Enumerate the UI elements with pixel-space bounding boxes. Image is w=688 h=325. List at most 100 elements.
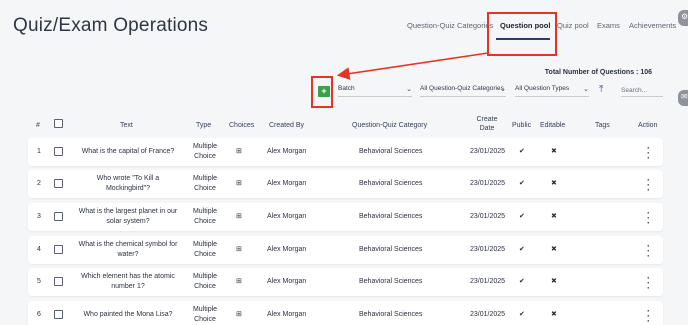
row-checkbox[interactable] xyxy=(54,147,63,156)
chevron-down-icon: ⌄ xyxy=(583,86,589,93)
row-checkbox[interactable] xyxy=(54,277,63,286)
expand-choices-icon[interactable]: ⊞ xyxy=(236,147,242,155)
expand-choices-icon[interactable]: ⊞ xyxy=(236,277,242,285)
public-check-icon: ✔ xyxy=(519,213,525,220)
question-category: Behavioral Sciences xyxy=(359,213,423,220)
question-category: Behavioral Sciences xyxy=(359,148,423,155)
create-date-header-line1: Create xyxy=(476,116,498,123)
question-text-line2: number 1? xyxy=(111,282,145,290)
question-type: Multiple Choice xyxy=(188,240,222,259)
editable-cross-icon: ✖ xyxy=(551,311,557,318)
tab-exams[interactable]: Exams xyxy=(597,21,620,30)
create-date: 23/01/2025 xyxy=(470,311,506,318)
side-panel-tab[interactable]: ⚙ xyxy=(678,10,688,26)
question-type-line2: Choice xyxy=(194,282,216,290)
search-input[interactable] xyxy=(621,85,663,97)
create-date-header-line2: Date xyxy=(479,125,495,132)
gear-icon: ⚙ xyxy=(681,12,688,21)
tab-quiz-pool[interactable]: Quiz pool xyxy=(557,21,589,30)
question-type-filter-label: All Question Types xyxy=(515,85,570,92)
question-text-line1: Who painted the Mona Lisa? xyxy=(83,311,173,318)
question-category: Behavioral Sciences xyxy=(359,246,423,253)
create-date: 23/01/2025 xyxy=(470,246,506,253)
column-header-created-by: Created By xyxy=(269,122,305,129)
editable-cross-icon: ✖ xyxy=(551,278,557,285)
tab-question-quiz-categories[interactable]: Question-Quiz Categories xyxy=(407,21,493,30)
question-type-line1: Multiple xyxy=(192,241,218,248)
question-type-line1: Multiple xyxy=(192,175,218,182)
tab-achievements[interactable]: Achievements xyxy=(629,21,676,30)
row-checkbox[interactable] xyxy=(54,245,63,254)
question-text: Who painted the Mona Lisa? xyxy=(76,310,180,320)
question-type-line1: Multiple xyxy=(192,208,218,215)
editable-cross-icon: ✖ xyxy=(551,213,557,220)
more-options-icon[interactable]: · · · xyxy=(647,274,650,293)
expand-choices-icon[interactable]: ⊞ xyxy=(236,179,242,187)
editable-cross-icon: ✖ xyxy=(551,246,557,253)
question-text-line1: What is the largest planet in our xyxy=(78,208,178,215)
expand-choices-icon[interactable]: ⊞ xyxy=(236,212,242,220)
question-type-line1: Multiple xyxy=(192,273,218,280)
question-category: Behavioral Sciences xyxy=(359,278,423,285)
public-check-icon: ✔ xyxy=(519,180,525,187)
row-checkbox[interactable] xyxy=(54,212,63,221)
select-all-checkbox[interactable] xyxy=(54,119,63,128)
question-type-line2: Choice xyxy=(194,217,216,225)
created-by: Alex Morgan xyxy=(267,311,307,318)
question-text-line1: Who wrote "To Kill a xyxy=(96,175,160,182)
column-header-choices: Choices xyxy=(229,122,255,129)
row-checkbox[interactable] xyxy=(54,310,63,319)
question-type-line2: Choice xyxy=(194,184,216,192)
created-by: Alex Morgan xyxy=(267,213,307,220)
table-row[interactable]: 4 What is the chemical symbol for water? Mu… xyxy=(28,236,663,264)
upload-icon[interactable]: ⤒ xyxy=(599,84,603,95)
category-filter-label: All Question-Quiz Categories xyxy=(420,85,504,92)
question-type-line2: Choice xyxy=(194,315,216,323)
table-row[interactable]: 5 Which element has the atomic number 1? Mu… xyxy=(28,268,663,296)
expand-choices-icon[interactable]: ⊞ xyxy=(236,245,242,253)
table-row[interactable]: 6 Who painted the Mona Lisa? Multiple Choic… xyxy=(28,301,663,325)
annotation-box-question-pool xyxy=(487,12,557,56)
chevron-down-icon: ⌄ xyxy=(500,86,506,93)
more-options-icon[interactable]: · · · xyxy=(647,209,650,228)
question-type-filter-dropdown[interactable]: All Question Types ⌄ xyxy=(515,85,589,97)
question-type: Multiple Choice xyxy=(188,142,222,161)
table-row[interactable]: 1 What is the capital of France? Multiple C… xyxy=(28,138,663,166)
row-number: 3 xyxy=(37,213,41,220)
category-filter-dropdown[interactable]: All Question-Quiz Categories ⌄ xyxy=(420,85,506,97)
table-row[interactable]: 3 What is the largest planet in our solar … xyxy=(28,203,663,231)
question-text: Which element has the atomic number 1? xyxy=(76,272,180,291)
question-type-line2: Choice xyxy=(194,152,216,160)
created-by: Alex Morgan xyxy=(267,278,307,285)
more-options-icon[interactable]: · · · xyxy=(647,176,650,195)
chat-icon: ✉ xyxy=(681,92,688,101)
more-options-icon[interactable]: · · · xyxy=(647,242,650,261)
table-row[interactable]: 2 Who wrote "To Kill a Mockingbird"? Multip… xyxy=(28,170,663,198)
row-number: 5 xyxy=(37,278,41,285)
editable-cross-icon: ✖ xyxy=(551,148,557,155)
column-header-text: Text xyxy=(120,122,133,129)
column-header-create-date: Create Date xyxy=(476,115,498,133)
row-number: 1 xyxy=(37,148,41,155)
question-text: What is the largest planet in our solar s… xyxy=(76,207,180,226)
add-question-button[interactable]: + xyxy=(318,86,330,97)
row-number: 2 xyxy=(37,180,41,187)
create-date: 23/01/2025 xyxy=(470,180,506,187)
column-header-category: Question-Quiz Category xyxy=(352,122,428,129)
column-header-action: Action xyxy=(638,122,658,129)
question-type-line1: Multiple xyxy=(192,306,218,313)
more-options-icon[interactable]: · · · xyxy=(647,144,650,163)
chevron-down-icon: ⌄ xyxy=(406,86,412,93)
row-number: 4 xyxy=(37,246,41,253)
created-by: Alex Morgan xyxy=(267,180,307,187)
more-options-icon[interactable]: · · · xyxy=(647,307,650,325)
question-text: What is the chemical symbol for water? xyxy=(76,240,180,259)
column-header-editable: Editable xyxy=(540,122,566,129)
question-type-line2: Choice xyxy=(194,250,216,258)
batch-dropdown[interactable]: Batch ⌄ xyxy=(338,85,412,97)
create-date: 23/01/2025 xyxy=(470,213,506,220)
expand-choices-icon[interactable]: ⊞ xyxy=(236,310,242,318)
question-text-line1: What is the capital of France? xyxy=(81,148,175,155)
row-checkbox[interactable] xyxy=(54,179,63,188)
side-panel-tab-2[interactable]: ✉ xyxy=(678,90,688,106)
